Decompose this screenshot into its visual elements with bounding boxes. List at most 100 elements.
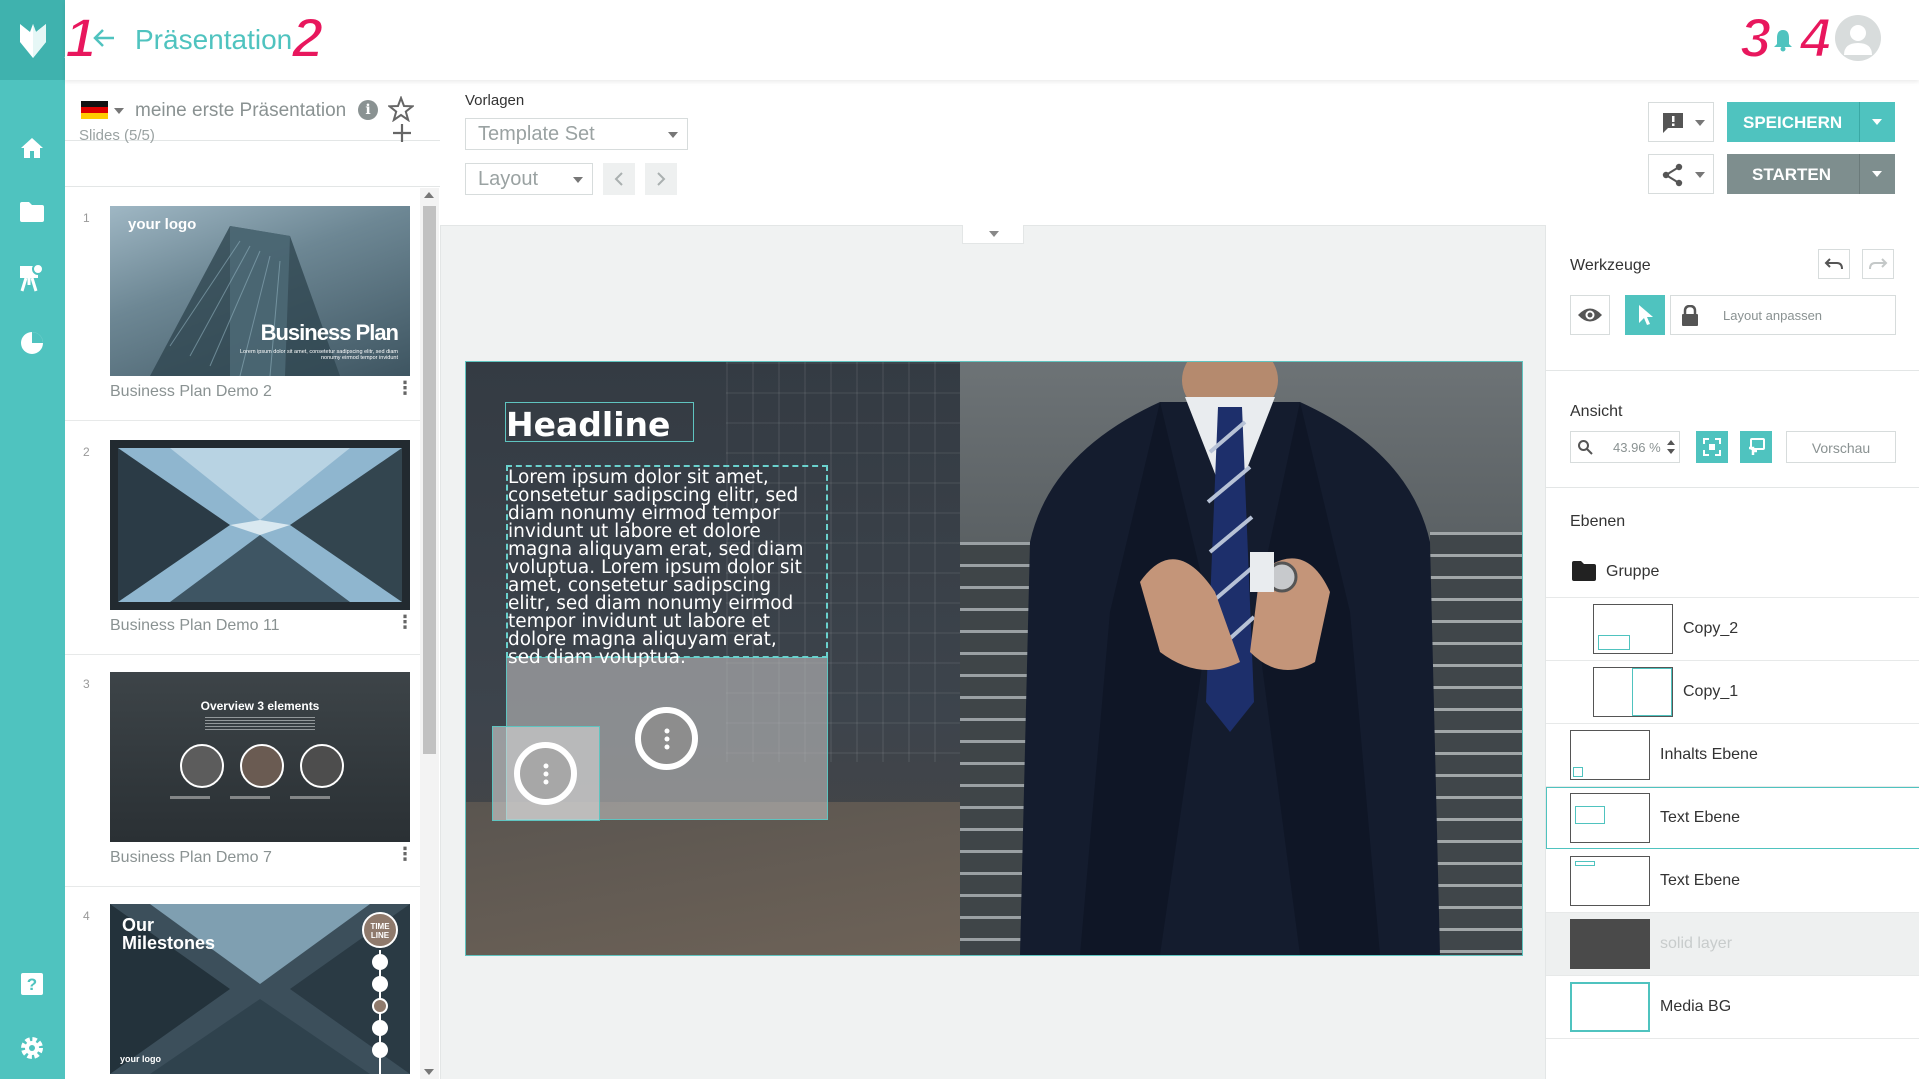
slide-item[interactable]: 2 Business Plan Demo 11 ⋮ <box>65 422 420 655</box>
feedback-button[interactable] <box>1648 102 1714 142</box>
marker-4: 4 <box>1799 6 1832 69</box>
next-layout-button[interactable] <box>645 163 677 195</box>
slide-item[interactable]: 4 Our Milestones TIME LINE your logo <box>65 886 420 1079</box>
lock-icon <box>1682 305 1698 326</box>
zoom-input[interactable]: 43.96 % <box>1570 431 1680 463</box>
scrollbar[interactable] <box>420 188 439 1079</box>
slide-menu-icon[interactable]: ⋮ <box>396 844 414 865</box>
slide-menu-icon[interactable]: ⋮ <box>396 378 414 399</box>
touch-icon <box>1749 438 1765 455</box>
presentation-name[interactable]: meine erste Präsentation <box>135 100 346 122</box>
undo-button[interactable] <box>1818 249 1850 279</box>
fit-screen-button[interactable] <box>1696 431 1728 463</box>
logo-icon[interactable] <box>0 0 65 80</box>
layer-item-media-bg[interactable]: Media BG <box>1546 976 1919 1039</box>
layer-item-solid[interactable]: solid layer <box>1546 913 1919 976</box>
chevron-down-icon[interactable] <box>114 108 124 114</box>
scrollbar-thumb[interactable] <box>423 206 436 754</box>
share-button[interactable] <box>1648 154 1714 194</box>
suit-photo <box>960 362 1522 955</box>
tools-title: Werkzeuge <box>1570 257 1651 274</box>
templates-label: Vorlagen <box>465 92 525 109</box>
layer-menu-button[interactable] <box>514 742 577 805</box>
bell-icon[interactable] <box>1773 28 1793 57</box>
thumb-portrait <box>180 744 224 788</box>
home-icon[interactable] <box>16 132 48 164</box>
info-icon[interactable]: i <box>358 100 378 120</box>
help-icon[interactable]: ? <box>16 968 48 1000</box>
presenter-icon[interactable] <box>16 262 48 294</box>
layer-item-text[interactable]: Text Ebene <box>1546 850 1919 913</box>
properties-panel: Werkzeuge Layout anpassen Ansicht 43.96 … <box>1545 225 1919 1079</box>
touch-mode-button[interactable] <box>1740 431 1772 463</box>
start-button[interactable]: STARTEN <box>1727 154 1895 194</box>
layout-adjust-button[interactable]: Layout anpassen <box>1670 295 1896 335</box>
thumb-logo-text: your logo <box>120 1054 161 1064</box>
layer-group[interactable]: Gruppe <box>1546 545 1919 598</box>
marker-1: 1 <box>64 6 97 69</box>
layer-item-content[interactable]: Inhalts Ebene <box>1546 724 1919 787</box>
toolbar: Vorlagen Template Set Layout SPEICHERN S… <box>440 80 1919 226</box>
back-arrow-icon[interactable] <box>93 28 115 53</box>
slide-label: Business Plan Demo 7 <box>110 849 272 866</box>
slide-item[interactable]: 1 your logo Business Plan Lorem ipsum do… <box>65 188 420 421</box>
slide-number: 1 <box>83 211 90 225</box>
gear-icon[interactable] <box>16 1032 48 1064</box>
redo-button[interactable] <box>1862 249 1894 279</box>
slide-number: 3 <box>83 677 90 691</box>
pie-chart-icon[interactable] <box>16 327 48 359</box>
select-tool-button[interactable] <box>1625 295 1665 335</box>
eye-icon <box>1578 308 1602 322</box>
marker-3: 3 <box>1739 6 1772 69</box>
layer-menu-button[interactable] <box>635 707 698 770</box>
start-dropdown-icon[interactable] <box>1872 171 1882 177</box>
slide-thumbnail[interactable]: Overview 3 elements <box>110 672 410 842</box>
slide-item[interactable]: 3 Overview 3 elements Business Plan Demo… <box>65 654 420 887</box>
app-header: 1 Präsentation 2 3 4 <box>64 0 1919 80</box>
thumb-title: Business Plan <box>260 320 399 345</box>
body-text-box[interactable]: Lorem ipsum dolor sit amet, consetetur s… <box>506 465 828 667</box>
layer-item-text-selected[interactable]: Text Ebene <box>1546 787 1919 849</box>
thumb-timeline-badge: TIME LINE <box>362 912 398 948</box>
slide-number: 4 <box>83 909 90 923</box>
thumb-title-line2: Milestones <box>122 933 216 953</box>
layer-item-copy-1[interactable]: Copy_1 <box>1546 661 1919 724</box>
slide-thumbnail[interactable]: Our Milestones TIME LINE your logo <box>110 904 410 1074</box>
avatar-icon[interactable] <box>1835 15 1881 61</box>
svg-text:?: ? <box>27 975 37 994</box>
folder-icon[interactable] <box>16 196 48 228</box>
save-button[interactable]: SPEICHERN <box>1727 102 1895 142</box>
slide-label: Business Plan Demo 11 <box>110 617 280 634</box>
thumb-portrait <box>300 744 344 788</box>
layout-select[interactable]: Layout <box>465 163 593 195</box>
slide-headline[interactable]: Headline <box>506 407 670 443</box>
slides-panel: meine erste Präsentation i Slides (5/5) … <box>65 80 441 1079</box>
thumb-portrait <box>240 744 284 788</box>
headline-box[interactable]: Headline <box>505 402 694 443</box>
slide-thumbnail[interactable] <box>110 440 410 610</box>
preview-button[interactable]: Vorschau <box>1786 431 1896 463</box>
page-title: Präsentation <box>135 24 293 55</box>
layer-item-copy-2[interactable]: Copy_2 <box>1546 598 1919 661</box>
fit-screen-icon <box>1703 438 1721 456</box>
search-icon <box>1578 440 1593 455</box>
thumb-title-line1: Our <box>122 915 155 935</box>
marker-2: 2 <box>291 6 324 69</box>
save-dropdown-icon[interactable] <box>1872 119 1882 125</box>
collapse-toolbar-button[interactable] <box>962 225 1024 244</box>
visibility-button[interactable] <box>1570 295 1610 335</box>
slide-thumbnail[interactable]: your logo Business Plan Lorem ipsum dolo… <box>110 206 410 376</box>
slides-count: Slides (5/5) <box>79 127 155 144</box>
slide-label: Business Plan Demo 2 <box>110 383 272 400</box>
prev-layout-button[interactable] <box>603 163 635 195</box>
view-title: Ansicht <box>1570 403 1623 420</box>
plus-icon[interactable] <box>391 122 413 149</box>
thumb-logo-text: your logo <box>128 216 197 233</box>
slide-menu-icon[interactable]: ⋮ <box>396 612 414 633</box>
flag-de-icon[interactable] <box>81 101 108 119</box>
folder-icon <box>1572 561 1596 581</box>
slide-body-text[interactable]: Lorem ipsum dolor sit amet, consetetur s… <box>508 468 808 667</box>
slide-canvas[interactable]: Headline Lorem ipsum dolor sit amet, con… <box>465 361 1523 956</box>
share-icon <box>1662 163 1683 187</box>
template-set-select[interactable]: Template Set <box>465 118 688 150</box>
